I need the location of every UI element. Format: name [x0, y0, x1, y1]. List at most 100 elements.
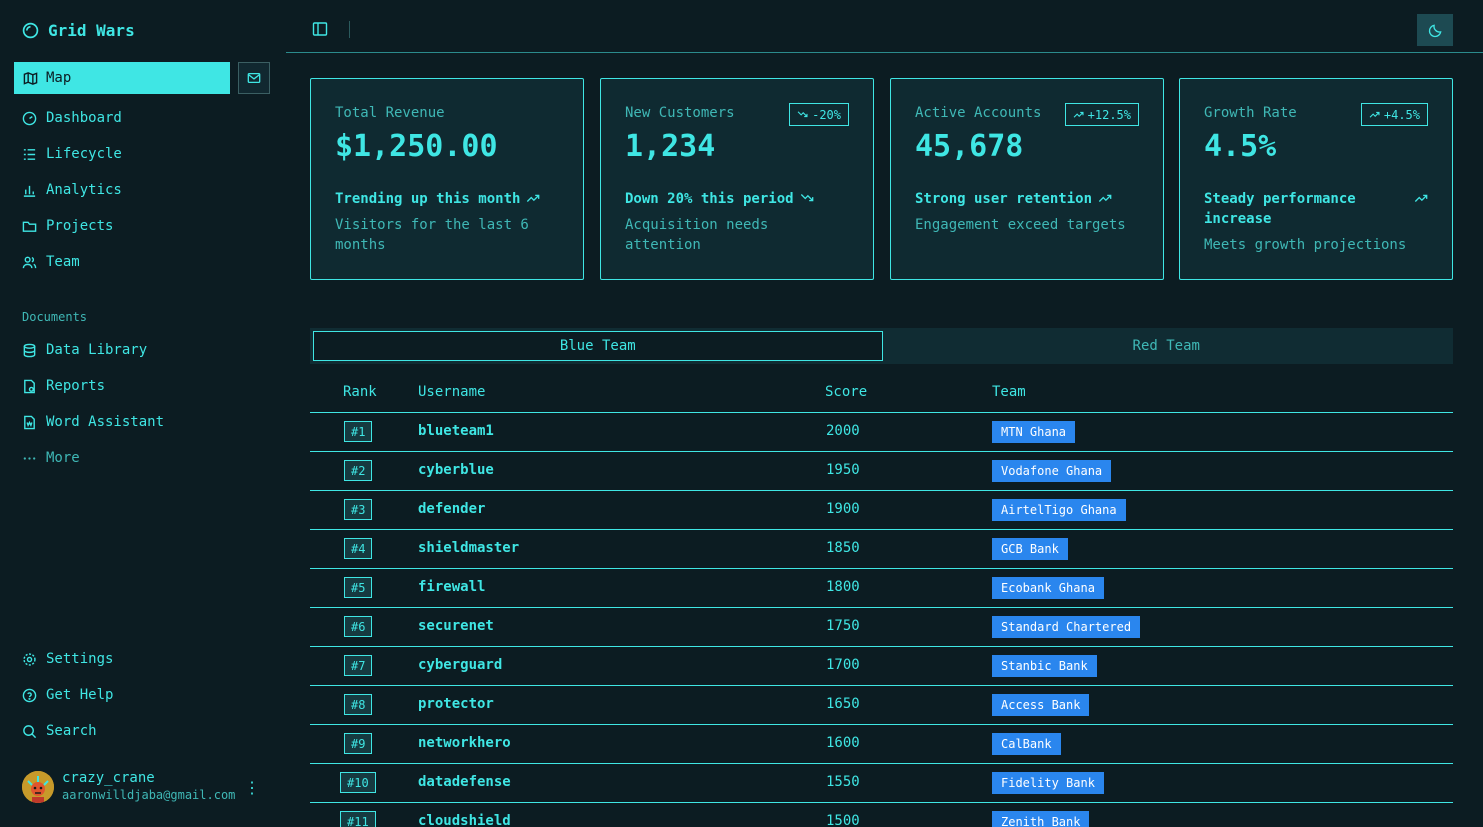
username-cell: cyberblue [418, 462, 494, 478]
rank-badge: #4 [344, 538, 373, 559]
table-row[interactable]: #2 cyberblue 1950 Vodafone Ghana [310, 452, 1453, 491]
column-header-score[interactable]: Score [825, 384, 867, 400]
trending-up-icon [1369, 111, 1380, 118]
team-badge: Vodafone Ghana [992, 460, 1112, 482]
table-row[interactable]: #6 securenet 1750 Standard Chartered [310, 608, 1453, 647]
column-header-username[interactable]: Username [418, 384, 485, 400]
score-cell: 1550 [826, 774, 860, 790]
table-row[interactable]: #5 firewall 1800 Ecobank Ghana [310, 569, 1453, 608]
table-row[interactable]: #1 blueteam1 2000 MTN Ghana [310, 413, 1453, 452]
username-cell: datadefense [418, 774, 511, 790]
card-title: Active Accounts [915, 105, 1042, 121]
trending-down-icon [797, 111, 808, 118]
table-row[interactable]: #7 cyberguard 1700 Stanbic Bank [310, 647, 1453, 686]
sidebar-item-word-assistant[interactable]: Word Assistant [22, 411, 164, 433]
trending-down-icon [800, 194, 813, 202]
theme-toggle-button[interactable] [1417, 14, 1453, 46]
table-row[interactable]: #9 networkhero 1600 CalBank [310, 725, 1453, 764]
mail-icon [247, 72, 261, 84]
table-row[interactable]: #4 shieldmaster 1850 GCB Bank [310, 530, 1453, 569]
sidebar-item-analytics[interactable]: Analytics [22, 179, 122, 201]
rank-badge: #3 [344, 499, 373, 520]
sidebar-item-settings[interactable]: Settings [22, 648, 113, 670]
rank-badge: #7 [344, 655, 373, 676]
team-badge: Access Bank [992, 694, 1090, 716]
inbox-button[interactable] [238, 62, 270, 94]
card-subtitle: Visitors for the last 6 months [335, 217, 529, 253]
documents-section-label: Documents [22, 310, 88, 324]
change-badge: +12.5% [1064, 103, 1139, 126]
team-badge: Stanbic Bank [992, 655, 1097, 677]
username-cell: blueteam1 [418, 423, 494, 439]
folder-icon [22, 221, 37, 232]
team-badge: GCB Bank [992, 538, 1068, 560]
avatar-image-icon [22, 771, 54, 803]
sidebar-item-team[interactable]: Team [22, 251, 80, 273]
username-cell: defender [418, 501, 486, 517]
column-header-rank[interactable]: Rank [343, 384, 377, 400]
sidebar-item-search[interactable]: Search [22, 720, 97, 742]
sidebar-item-more[interactable]: More [22, 447, 80, 469]
score-cell: 1750 [826, 618, 860, 634]
table-row[interactable]: #11 cloudshield 1500 Zenith Bank [310, 803, 1453, 827]
username-cell: firewall [418, 579, 486, 595]
table-header: Rank Username Score Team [310, 374, 1453, 413]
sidebar-item-projects[interactable]: Projects [22, 215, 113, 237]
brand[interactable]: Grid Wars [22, 19, 135, 41]
sidebar-item-dashboard[interactable]: Dashboard [22, 107, 122, 129]
team-badge: MTN Ghana [992, 421, 1076, 443]
card-value: $1,250.00 [335, 129, 498, 164]
user-profile[interactable]: crazy_crane aaronwilldjaba@gmail.com ⋮ [22, 770, 272, 804]
sidebar-item-data-library[interactable]: Data Library [22, 339, 147, 361]
rank-badge: #2 [344, 460, 373, 481]
card-value: 1,234 [625, 129, 716, 164]
score-cell: 1700 [826, 657, 860, 673]
sidebar-toggle-icon[interactable] [312, 21, 328, 37]
score-cell: 1500 [826, 813, 860, 827]
change-badge-value: +4.5% [1383, 107, 1420, 122]
sidebar-item-get-help[interactable]: Get Help [22, 684, 113, 706]
user-menu-icon[interactable]: ⋮ [244, 778, 260, 797]
rank-badge: #11 [340, 811, 376, 827]
table-row[interactable]: #3 defender 1900 AirtelTigo Ghana [310, 491, 1453, 530]
user-email: aaronwilldjaba@gmail.com [62, 788, 236, 802]
username-cell: networkhero [418, 735, 511, 751]
list-icon [23, 148, 36, 160]
card-title: Total Revenue [335, 105, 445, 121]
change-badge: -20% [789, 103, 849, 126]
change-badge-value: +12.5% [1087, 107, 1131, 122]
sidebar-item-label: Data Library [46, 342, 148, 358]
score-cell: 1850 [826, 540, 860, 556]
sidebar-item-label: More [46, 450, 80, 466]
card-subtitle: Acquisition needs attention [625, 217, 769, 253]
user-info: crazy_crane aaronwilldjaba@gmail.com [62, 770, 235, 804]
card-trend: Trending up this month [335, 191, 521, 207]
tab-red-team[interactable]: Red Team [883, 331, 1451, 361]
ellipsis-icon [23, 456, 36, 460]
users-icon [22, 256, 37, 268]
card-trend: Strong user retention [915, 191, 1093, 207]
sidebar-item-reports[interactable]: Reports [22, 375, 105, 397]
table-row[interactable]: #10 datadefense 1550 Fidelity Bank [310, 764, 1453, 803]
search-icon [23, 724, 37, 738]
sidebar-item-label: Settings [46, 651, 114, 667]
map-icon [23, 71, 38, 85]
sidebar-item-lifecycle[interactable]: Lifecycle [22, 143, 122, 165]
tab-blue-team[interactable]: Blue Team [313, 331, 883, 361]
map-button[interactable]: Map [14, 62, 230, 94]
card-subtitle: Engagement exceed targets [915, 217, 1126, 233]
report-icon [24, 379, 35, 393]
trending-up-icon [527, 194, 540, 202]
logo-icon [22, 22, 39, 38]
table-row[interactable]: #8 protector 1650 Access Bank [310, 686, 1453, 725]
change-badge: +4.5% [1360, 103, 1428, 126]
gear-icon [23, 652, 36, 666]
column-header-team[interactable]: Team [992, 384, 1026, 400]
stat-card-total-revenue: Total Revenue $1,250.00 Trending up this… [310, 78, 584, 280]
rank-badge: #6 [344, 616, 373, 637]
stat-card-growth-rate: Growth Rate +4.5% 4.5% Steady performanc… [1179, 78, 1453, 280]
username-cell: protector [418, 696, 494, 712]
card-value: 4.5% [1204, 129, 1277, 164]
card-title: Growth Rate [1204, 105, 1297, 121]
score-cell: 1650 [826, 696, 860, 712]
